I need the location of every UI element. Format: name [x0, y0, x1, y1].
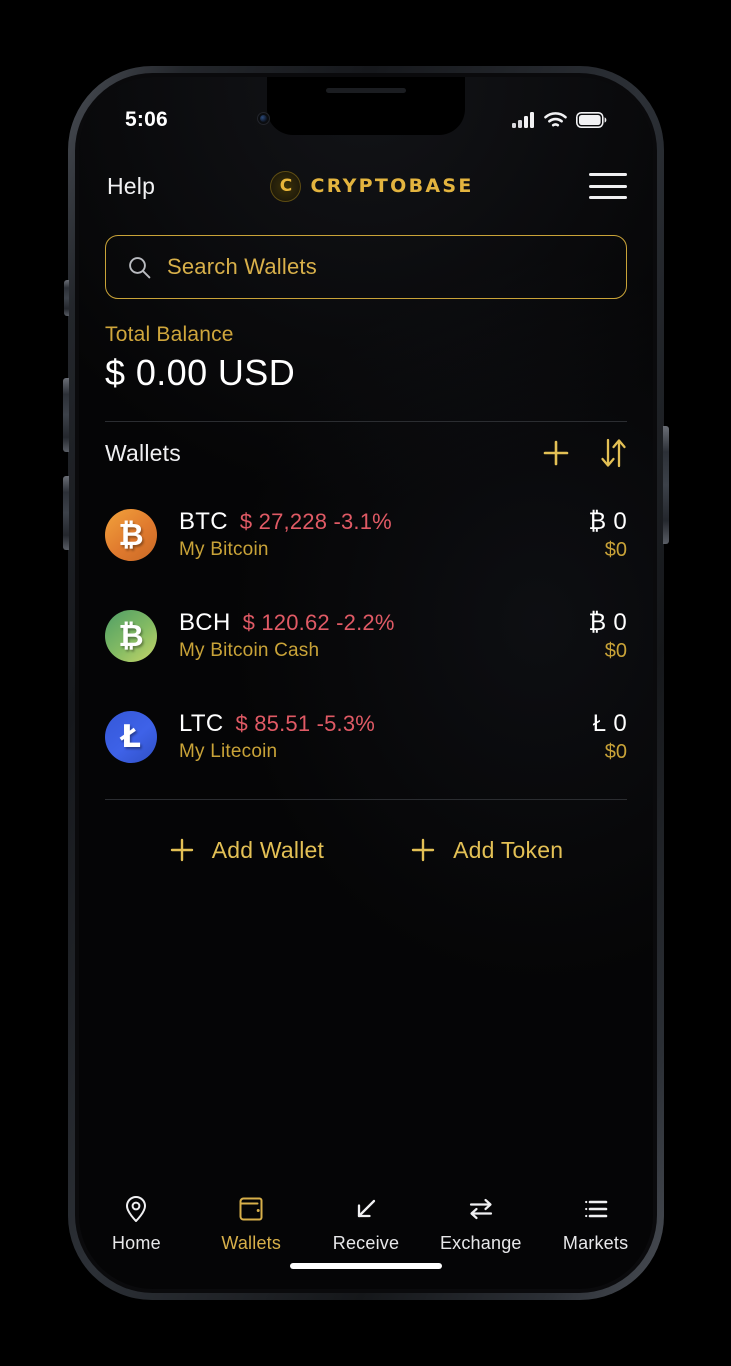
sort-arrows-icon	[601, 438, 626, 468]
table-row[interactable]: Ł LTC $ 85.51 -5.3% My Litecoin Ł 0 $0	[105, 686, 627, 787]
table-row[interactable]: ₿ BCH $ 120.62 -2.2% My Bitcoin Cash ₿ 0…	[105, 585, 627, 686]
total-balance-block: Total Balance $ 0.00 USD	[105, 323, 627, 394]
bottom-tab-bar: Home Wallets Receive Exchange Markets	[79, 1181, 653, 1289]
tab-receive[interactable]: Receive	[309, 1194, 424, 1254]
phone-screen: 5:06 Help C CRYPTOBASE Search Wallets To…	[79, 77, 653, 1289]
wallet-balance: Ł 0 $0	[593, 710, 627, 764]
app-root: 5:06 Help C CRYPTOBASE Search Wallets To…	[79, 77, 653, 1289]
add-token-label: Add Token	[453, 836, 564, 863]
wallet-name: My Bitcoin	[179, 539, 269, 560]
wallet-balance: ₿ 0 $0	[588, 508, 627, 562]
wallet-info: LTC $ 85.51 -5.3% My Litecoin	[157, 710, 593, 763]
wallet-symbol: LTC	[179, 710, 224, 737]
hamburger-menu-icon[interactable]	[588, 173, 627, 199]
wallet-fiat-amount: $0	[604, 538, 627, 561]
status-indicators	[512, 111, 607, 129]
plus-icon	[411, 838, 435, 862]
battery-icon	[576, 112, 607, 128]
wallet-price-change: $ 85.51 -5.3%	[235, 711, 376, 736]
plus-icon	[543, 440, 569, 466]
sort-wallets-button[interactable]	[599, 437, 627, 469]
wallets-actions	[541, 437, 627, 469]
wallets-title: Wallets	[105, 439, 181, 466]
wallet-crypto-amount: ₿ 0	[588, 507, 627, 535]
wallet-price-change: $ 120.62 -2.2%	[242, 610, 395, 635]
front-camera-icon	[257, 112, 270, 125]
wallet-icon	[239, 1197, 263, 1221]
wallet-name: My Bitcoin Cash	[179, 640, 320, 661]
wallet-fiat-amount: $0	[604, 639, 627, 662]
tab-exchange[interactable]: Exchange	[423, 1194, 538, 1254]
phone-device-frame: 5:06 Help C CRYPTOBASE Search Wallets To…	[63, 66, 669, 1300]
total-balance-value: $ 0.00 USD	[105, 352, 296, 393]
location-pin-icon	[126, 1196, 147, 1222]
app-header: Help C CRYPTOBASE	[79, 149, 653, 223]
litecoin-icon: Ł	[105, 710, 157, 763]
plus-icon	[170, 838, 193, 862]
phone-bezel: 5:06 Help C CRYPTOBASE Search Wallets To…	[75, 73, 657, 1293]
tab-receive-label: Receive	[332, 1233, 400, 1253]
wallet-primary-line: LTC $ 85.51 -5.3%	[179, 710, 593, 738]
wallet-primary-line: BCH $ 120.62 -2.2%	[179, 609, 588, 637]
tab-exchange-label: Exchange	[439, 1233, 522, 1253]
wallet-symbol: BTC	[179, 508, 228, 535]
power-button[interactable]	[663, 426, 669, 544]
wallet-info: BCH $ 120.62 -2.2% My Bitcoin Cash	[157, 609, 588, 662]
brand-name: CRYPTOBASE	[310, 175, 474, 197]
add-wallet-plus-button[interactable]	[541, 438, 571, 468]
coin-glyph: Ł	[121, 718, 141, 755]
table-row[interactable]: ₿ BTC $ 27,228 -3.1% My Bitcoin ₿ 0 $0	[105, 484, 627, 585]
wallets-section-header: Wallets	[105, 422, 627, 484]
tab-markets-label: Markets	[562, 1233, 629, 1253]
swap-arrows-icon	[469, 1198, 492, 1220]
volume-down-button[interactable]	[63, 476, 69, 550]
wallet-list: ₿ BTC $ 27,228 -3.1% My Bitcoin ₿ 0 $0 ₿…	[105, 484, 627, 787]
coin-glyph: ₿	[118, 516, 144, 553]
wallet-symbol: BCH	[179, 609, 231, 636]
wallet-price-change: $ 27,228 -3.1%	[239, 509, 392, 534]
tab-markets[interactable]: Markets	[538, 1194, 653, 1254]
wifi-icon	[544, 111, 567, 126]
cellular-signal-icon	[512, 111, 534, 128]
bitcoin-icon: ₿	[105, 508, 157, 561]
tab-wallets[interactable]: Wallets	[194, 1194, 309, 1254]
brand-mark-letter: C	[279, 175, 293, 196]
arrow-down-left-icon	[357, 1199, 376, 1218]
wallet-name: My Litecoin	[179, 741, 278, 762]
status-time: 5:06	[125, 108, 168, 131]
help-link[interactable]: Help	[107, 173, 155, 200]
home-indicator[interactable]	[290, 1263, 442, 1269]
coin-glyph: ₿	[118, 617, 144, 654]
display-notch	[267, 77, 465, 135]
brand-logo: C CRYPTOBASE	[270, 170, 474, 202]
wallet-crypto-amount: ₿ 0	[588, 608, 627, 636]
add-actions-row: Add Wallet Add Token	[105, 800, 627, 900]
wallet-balance: ₿ 0 $0	[588, 609, 627, 663]
volume-up-button[interactable]	[63, 378, 69, 452]
total-balance-label: Total Balance	[105, 323, 234, 346]
wallet-crypto-amount: Ł 0	[592, 709, 627, 737]
search-placeholder: Search Wallets	[167, 254, 317, 279]
search-icon	[129, 256, 151, 278]
wallet-info: BTC $ 27,228 -3.1% My Bitcoin	[157, 508, 588, 561]
tab-wallets-label: Wallets	[221, 1233, 282, 1253]
add-wallet-button[interactable]: Add Wallet	[169, 837, 324, 864]
cryptobase-coin-icon: C	[270, 170, 302, 202]
tab-home[interactable]: Home	[79, 1194, 194, 1254]
bitcoin-cash-icon: ₿	[105, 609, 157, 662]
earpiece-speaker	[326, 88, 406, 93]
tab-home-label: Home	[111, 1233, 161, 1253]
wallet-fiat-amount: $0	[604, 740, 627, 763]
search-input[interactable]: Search Wallets	[105, 235, 627, 299]
mute-switch-button[interactable]	[64, 280, 69, 316]
screenshot-stage: 5:06 Help C CRYPTOBASE Search Wallets To…	[0, 0, 731, 1366]
add-token-button[interactable]: Add Token	[410, 837, 563, 864]
list-icon	[584, 1200, 607, 1218]
add-wallet-label: Add Wallet	[211, 836, 325, 863]
wallet-primary-line: BTC $ 27,228 -3.1%	[179, 508, 588, 536]
main-content: Search Wallets Total Balance $ 0.00 USD …	[79, 223, 653, 1181]
